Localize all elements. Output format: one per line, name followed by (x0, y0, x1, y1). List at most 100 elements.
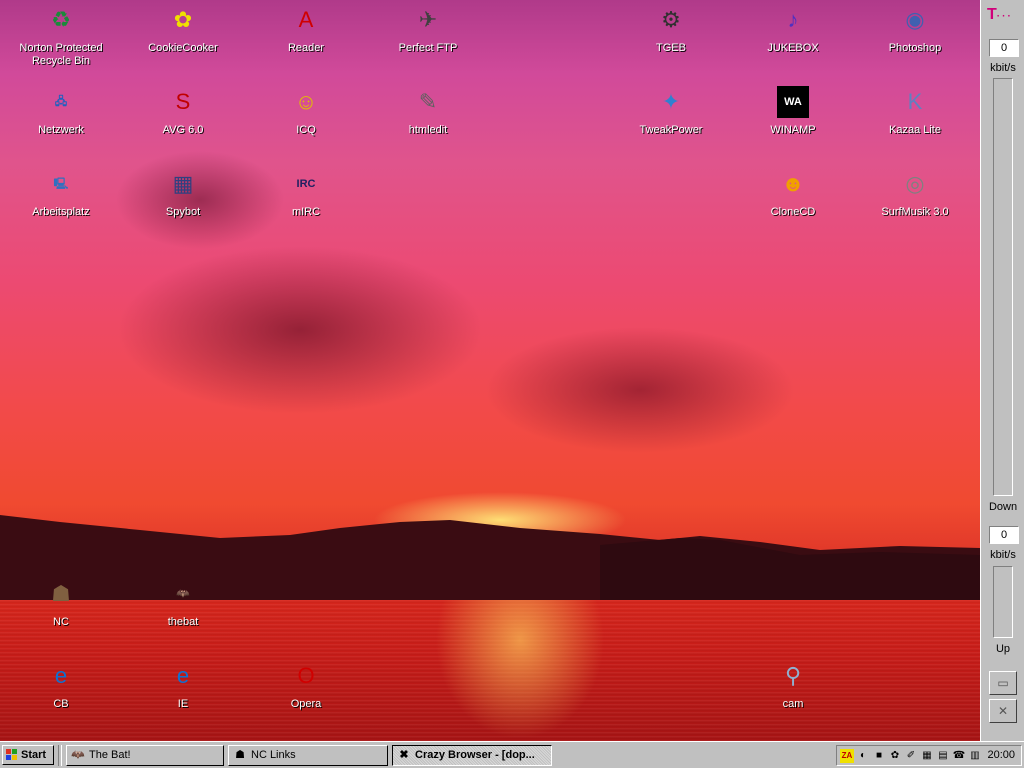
desktop-icon-image: IRC (296, 178, 316, 190)
desktop-icon-label: mIRC (291, 206, 321, 218)
desktop-icon[interactable]: WA WINAMP (738, 86, 848, 156)
tray-icon[interactable]: ▥ (968, 749, 982, 763)
desktop-icon-label: NC (53, 616, 69, 628)
desktop-icon[interactable]: ♪ JUKEBOX (738, 4, 848, 74)
down-value-box: 0 (989, 39, 1019, 57)
telekom-logo: T··· (987, 6, 1013, 23)
desktop-icon[interactable]: ♻ Norton Protected Recycle Bin (6, 4, 116, 74)
desktop-icon-image: ✦ (661, 89, 681, 114)
desktop-icon-label: TweakPower (639, 124, 703, 136)
bandwidth-meter-panel: T··· 0 kbit/s Down 0 kbit/s Up ▭ ✕ (980, 0, 1024, 741)
desktop-icon[interactable]: ✦ TweakPower (616, 86, 726, 156)
taskbar-button[interactable]: ✖ Crazy Browser - [dop... (392, 745, 552, 766)
desktop-icon-label: CookieCooker (148, 42, 218, 54)
tray-icon[interactable]: ☎ (952, 749, 966, 763)
desktop-icon[interactable]: ✎ htmledit (373, 86, 483, 156)
desktop-icon-image: ✈ (418, 7, 438, 32)
desktop-icon-image: 🖧 (54, 96, 68, 108)
desktop-icon-label: JUKEBOX (767, 42, 819, 54)
desktop-icon-label: AVG 6.0 (162, 124, 204, 136)
windows-flag-icon (6, 749, 18, 761)
desktop-icon-image: ◉ (905, 7, 925, 32)
down-unit-label: kbit/s (990, 62, 1016, 74)
desktop-icon[interactable]: e IE (128, 660, 238, 730)
desktop-icon-label: htmledit (408, 124, 448, 136)
tray-icon[interactable]: ◐ (856, 749, 870, 763)
taskbar-button[interactable]: 🦇 The Bat! (66, 745, 224, 766)
meter-window-button[interactable]: ▭ (989, 671, 1017, 695)
down-label: Down (988, 501, 1018, 513)
up-value-box: 0 (989, 526, 1019, 544)
desktop-icon[interactable]: ▦ Spybot (128, 168, 238, 238)
task-app-icon: 🦇 (71, 749, 85, 761)
desktop-icon-image: ♻ (51, 7, 71, 32)
taskbar: Start 🦇 The Bat! ☗ NC Links ✖ Crazy Browser -… (0, 741, 1024, 768)
download-bar (993, 78, 1013, 496)
desktop-icon[interactable]: S AVG 6.0 (128, 86, 238, 156)
task-app-icon: ✖ (399, 749, 409, 761)
desktop-icon-image: ☻ (781, 171, 805, 196)
desktop-icon[interactable]: ☻ CloneCD (738, 168, 848, 238)
desktop-icon[interactable]: ✈ Perfect FTP (373, 4, 483, 74)
desktop-icon[interactable]: 🖳 Arbeitsplatz (6, 168, 116, 238)
taskbar-button[interactable]: ☗ NC Links (228, 745, 388, 766)
desktop-icon[interactable]: K Kazaa Lite (860, 86, 970, 156)
desktop-icon-image: e (54, 663, 68, 688)
tray-icon[interactable]: ZA (840, 749, 854, 763)
desktop-icon[interactable]: ☺ ICQ (251, 86, 361, 156)
desktop-icon-image: ☺ (294, 89, 318, 114)
task-label: The Bat! (89, 749, 131, 761)
tray-icon[interactable]: ▦ (920, 749, 934, 763)
desktop-icon-image: ⚲ (784, 663, 802, 688)
desktop-icon-image: ◎ (905, 171, 925, 196)
desktop-icon[interactable]: O Opera (251, 660, 361, 730)
desktop-icon-image: ☗ (51, 581, 71, 606)
desktop-icon-label: SurfMusik 3.0 (881, 206, 949, 218)
desktop-icon-image: ✿ (173, 7, 193, 32)
task-app-icon: ☗ (235, 749, 245, 761)
desktop-icon-label: CloneCD (770, 206, 816, 218)
system-tray: ZA ◐ ■ ✿ ✐ ▦ ▤ ☎ ▥ 20:00 (836, 745, 1022, 766)
desktop-icon-label: Opera (290, 698, 322, 710)
desktop-icon-image: O (297, 663, 315, 688)
desktop-icon-label: CB (53, 698, 69, 710)
task-label: NC Links (251, 749, 296, 761)
tray-icon[interactable]: ✐ (904, 749, 918, 763)
desktop-icon[interactable]: ⚲ cam (738, 660, 848, 730)
desktop-icon-label: Arbeitsplatz (32, 206, 90, 218)
desktop-icon[interactable]: ◎ SurfMusik 3.0 (860, 168, 970, 238)
desktop-icon-label: Spybot (165, 206, 201, 218)
desktop-icon-label: WINAMP (770, 124, 816, 136)
desktop-icon-label: Netzwerk (38, 124, 84, 136)
up-label: Up (995, 643, 1011, 655)
desktop-icon-label: Photoshop (888, 42, 942, 54)
desktop-icon[interactable]: ✿ CookieCooker (128, 4, 238, 74)
desktop-icon-label: Reader (287, 42, 325, 54)
desktop-icon[interactable]: 🦇 thebat (128, 578, 238, 648)
desktop-icon[interactable]: IRC mIRC (251, 168, 361, 238)
tray-icon[interactable]: ✿ (888, 749, 902, 763)
start-button[interactable]: Start (2, 745, 54, 765)
tray-icon[interactable]: ■ (872, 749, 886, 763)
desktop-icon-image: e (176, 663, 190, 688)
desktop-icon[interactable]: 🖧 Netzwerk (6, 86, 116, 156)
desktop-icon[interactable]: ☗ NC (6, 578, 116, 648)
tray-icon[interactable]: ▤ (936, 749, 950, 763)
desktop-icon-label: Norton Protected Recycle Bin (19, 42, 103, 67)
desktop-icon[interactable]: A Reader (251, 4, 361, 74)
meter-close-button[interactable]: ✕ (989, 699, 1017, 723)
taskbar-separator (58, 745, 62, 766)
desktop-icon-label: ICQ (296, 124, 316, 136)
desktop-icon-label: TGEB (656, 42, 686, 54)
task-label: Crazy Browser - [dop... (415, 749, 535, 761)
desktop-icon-image: ✎ (418, 89, 438, 114)
clock[interactable]: 20:00 (987, 746, 1015, 765)
desktop-icon-image: A (298, 7, 314, 32)
upload-bar (993, 566, 1013, 638)
desktop: ♻ Norton Protected Recycle Bin ✿ CookieCook… (0, 0, 980, 741)
desktop-icon[interactable]: e CB (6, 660, 116, 730)
desktop-icon[interactable]: ⚙ TGEB (616, 4, 726, 74)
desktop-icon-image: WA (777, 86, 809, 118)
desktop-icon-label: IE (177, 698, 189, 710)
desktop-icon[interactable]: ◉ Photoshop (860, 4, 970, 74)
